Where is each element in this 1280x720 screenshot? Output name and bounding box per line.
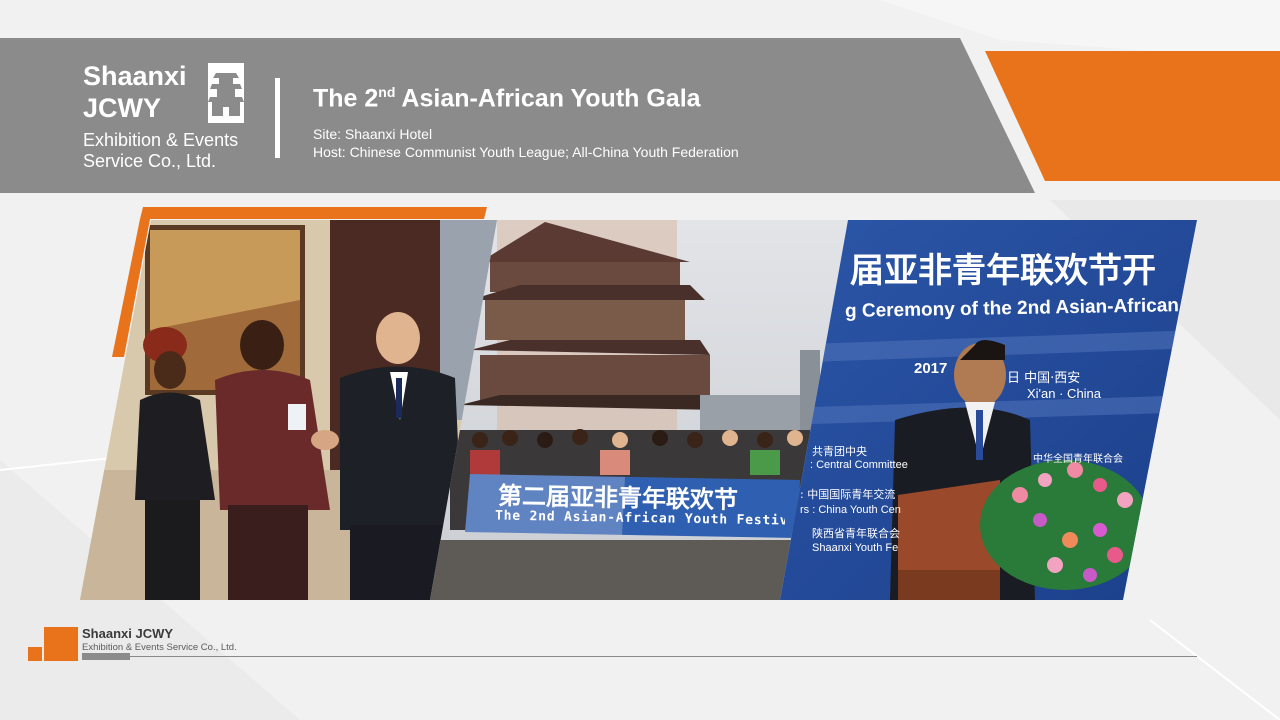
photo3-city-cn: 日 中国·西安	[1007, 371, 1081, 386]
photo3-org3-cn: : 中国国际青年交流	[800, 488, 896, 501]
photo3-city-en: Xi'an · China	[1027, 386, 1102, 401]
photo3-org4-cn: 陕西省青年联合会	[812, 527, 900, 540]
photo3-date: 2017	[914, 360, 948, 377]
footer-company-sub: Exhibition & Events Service Co., Ltd.	[82, 642, 237, 653]
photo-orange-top-bar	[140, 207, 487, 219]
footer-logo-icon	[28, 627, 78, 661]
photo3-org1-cn: 共青团中央	[812, 445, 867, 458]
photo-collage	[80, 207, 1197, 600]
photo3-headline-cn: 届亚非青年联欢节开	[850, 251, 1156, 291]
photo3-org3-en: rs : China Youth Cen	[800, 504, 901, 516]
footer-grey-bar	[82, 653, 130, 660]
photo3-org1-en: : Central Committee	[810, 459, 908, 471]
footer-company-name: Shaanxi JCWY	[82, 626, 174, 641]
photo3-org4-en: Shaanxi Youth Fe	[812, 542, 899, 554]
photo3-org2-cn: 中华全国青年联合会	[1033, 454, 1123, 465]
footer-divider-line	[130, 656, 1197, 657]
photo-group-banner	[430, 220, 848, 600]
photo-handshake	[80, 220, 497, 600]
